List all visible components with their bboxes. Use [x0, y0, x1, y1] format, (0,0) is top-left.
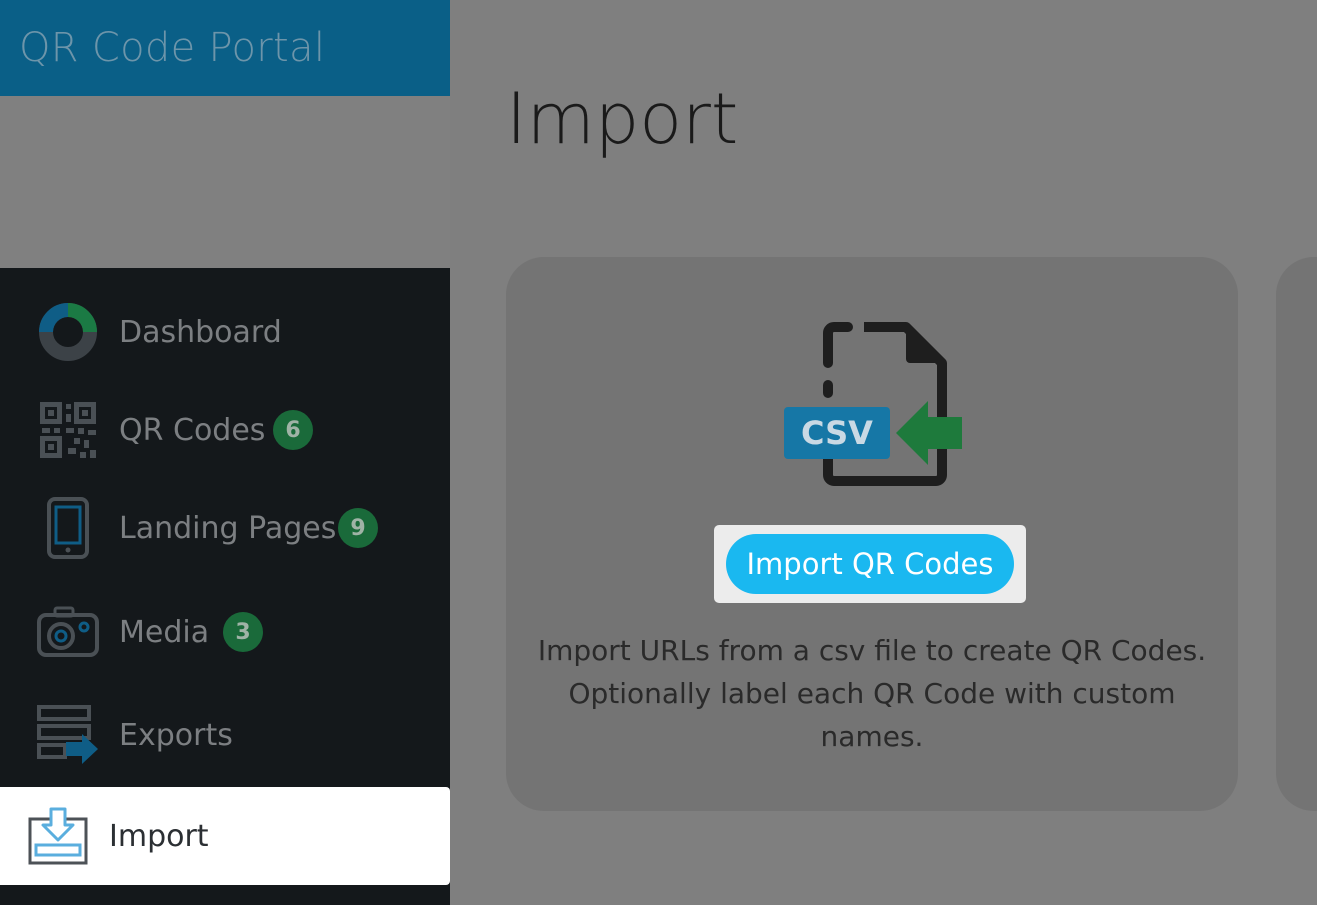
import-card: CSV Import QR Codes Import URLs from a c…: [506, 257, 1238, 811]
sidebar-item-landing-pages[interactable]: Landing Pages 9: [0, 483, 450, 573]
sidebar-item-import[interactable]: Import: [0, 787, 450, 885]
sidebar-item-label: Import: [109, 818, 209, 854]
qr-code-icon: [36, 398, 100, 462]
import-button-highlight: Import QR Codes: [714, 525, 1026, 603]
import-description: Import URLs from a csv file to create QR…: [537, 634, 1207, 753]
import-tray-icon: [26, 804, 90, 868]
csv-label-text: CSV: [801, 414, 873, 452]
sidebar-item-exports[interactable]: Exports: [0, 690, 450, 780]
sidebar-item-media[interactable]: Media 3: [0, 587, 450, 677]
qr-codes-count-badge: 6: [273, 410, 313, 450]
next-card-partial: [1276, 257, 1317, 811]
page-title: Import: [506, 78, 739, 160]
brand-bar: QR Code Portal: [0, 0, 450, 96]
sidebar-item-label: Dashboard: [119, 314, 282, 350]
dashboard-donut-icon: [36, 300, 100, 364]
csv-file-import-icon: CSV: [778, 315, 968, 501]
sidebar-item-label: Exports: [119, 717, 233, 753]
media-count-badge: 3: [223, 612, 263, 652]
sidebar-item-label: QR Codes: [119, 412, 266, 448]
sidebar-header-blank: [0, 96, 450, 268]
import-qr-codes-button[interactable]: Import QR Codes: [726, 534, 1014, 594]
sidebar-item-label: Landing Pages: [119, 510, 337, 546]
camera-icon: [36, 600, 100, 664]
mobile-phone-icon: [36, 496, 100, 560]
export-stack-icon: [36, 703, 100, 767]
sidebar-item-dashboard[interactable]: Dashboard: [0, 287, 450, 377]
sidebar: QR Code Portal Dashboard QR Codes 6 Land…: [0, 0, 450, 905]
brand-title: QR Code Portal: [19, 25, 326, 71]
sidebar-item-label: Media: [119, 614, 210, 650]
landing-pages-count-badge: 9: [338, 508, 378, 548]
sidebar-item-qr-codes[interactable]: QR Codes 6: [0, 385, 450, 475]
